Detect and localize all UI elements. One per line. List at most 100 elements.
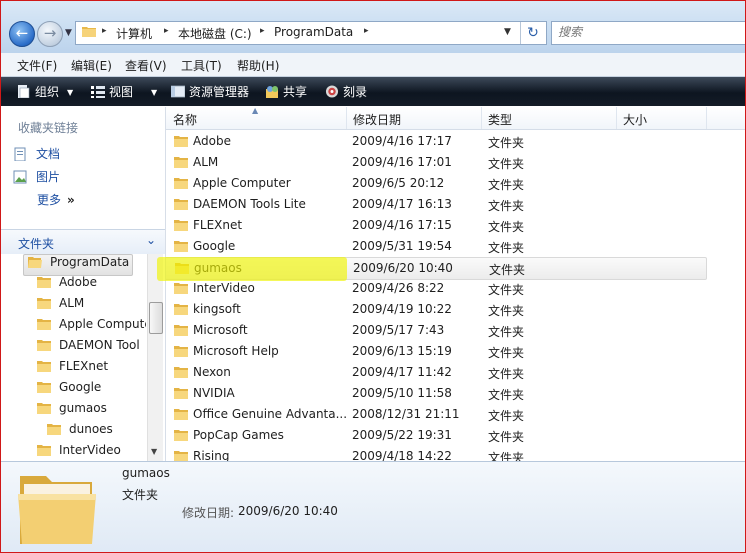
breadcrumb-computer[interactable]: 计算机 [116, 25, 152, 42]
chevron-down-icon: ⌄ [146, 233, 157, 247]
file-row[interactable]: Rising 2009/4/18 14:22 文件夹 [166, 446, 706, 461]
folder-icon [174, 367, 188, 378]
folder-icon [174, 325, 188, 336]
breadcrumb-separator-icon[interactable]: ▸ [102, 26, 107, 36]
tree-item[interactable]: Google [37, 380, 101, 400]
file-name-cell: NVIDIA [174, 386, 235, 400]
folder-icon [37, 403, 51, 414]
search-box[interactable] [551, 21, 745, 45]
explorer-label: 资源管理器 [189, 85, 250, 99]
tree-item[interactable]: InterVideo [37, 443, 121, 461]
folder-tree-scrollbar[interactable]: ▼ [147, 254, 163, 461]
column-header-size[interactable]: 大小 [616, 107, 707, 129]
tree-item[interactable]: Adobe [37, 275, 97, 295]
file-row[interactable]: Apple Computer 2009/6/5 20:12 文件夹 [166, 173, 706, 194]
folder-icon [174, 199, 188, 210]
tree-item[interactable]: dunoes [47, 422, 113, 442]
file-row[interactable]: Nexon 2009/4/17 11:42 文件夹 [166, 362, 706, 383]
file-date: 2009/5/10 11:58 [352, 386, 452, 400]
refresh-button[interactable]: ↻ [520, 22, 545, 44]
column-header-type[interactable]: 类型 [481, 107, 617, 129]
file-row[interactable]: kingsoft 2009/4/19 10:22 文件夹 [166, 299, 706, 320]
more-links-button[interactable]: 更多 » [37, 191, 75, 208]
file-row[interactable]: Adobe 2009/4/16 17:17 文件夹 [166, 131, 706, 152]
file-row[interactable]: Office Genuine Advanta... 2008/12/31 21:1… [166, 404, 706, 425]
scrollbar-thumb[interactable] [149, 302, 163, 334]
column-header-label: 类型 [488, 113, 513, 127]
file-type: 文件夹 [488, 430, 525, 444]
file-row[interactable]: NVIDIA 2009/5/10 11:58 文件夹 [166, 383, 706, 404]
file-row[interactable]: PopCap Games 2009/5/22 19:31 文件夹 [166, 425, 706, 446]
folders-header[interactable]: 文件夹 ⌄ [1, 229, 165, 254]
file-name: Apple Computer [193, 176, 291, 190]
menu-help[interactable]: 帮助(H) [237, 57, 279, 74]
file-row[interactable]: DAEMON Tools Lite 2009/4/17 16:13 文件夹 [166, 194, 706, 215]
views-button[interactable]: 视图 ▼ [91, 83, 157, 100]
tree-item[interactable]: gumaos [37, 401, 107, 421]
breadcrumb-local-disk[interactable]: 本地磁盘 (C:) [178, 25, 252, 42]
file-type: 文件夹 [488, 199, 525, 213]
organize-label: 组织 [35, 85, 60, 99]
file-list: 名称 ▲ 修改日期 类型 大小 Adobe 2009/4/16 17:17 文件夹 A… [166, 107, 745, 461]
menu-bar: 文件(F) 编辑(E) 查看(V) 工具(T) 帮助(H) [1, 53, 745, 77]
burn-label: 刻录 [343, 85, 368, 99]
tree-item[interactable]: ALM [37, 296, 84, 316]
file-name-cell: Office Genuine Advanta... [174, 407, 347, 421]
menu-tools[interactable]: 工具(T) [181, 57, 222, 74]
folder-icon [82, 27, 96, 37]
breadcrumb-programdata[interactable]: ProgramData [274, 25, 353, 39]
file-name: NVIDIA [193, 386, 235, 400]
menu-edit[interactable]: 编辑(E) [71, 57, 112, 74]
breadcrumb-separator-icon[interactable]: ▸ [260, 26, 265, 36]
file-row[interactable]: Microsoft Help 2009/6/13 15:19 文件夹 [166, 341, 706, 362]
file-name: kingsoft [193, 302, 241, 316]
scroll-down-arrow-icon[interactable]: ▼ [151, 447, 157, 456]
explorer-button[interactable]: 资源管理器 [171, 83, 249, 100]
folder-icon [174, 157, 188, 168]
file-row[interactable]: Google 2009/5/31 19:54 文件夹 [166, 236, 706, 257]
file-name: Nexon [193, 365, 231, 379]
favorite-link-pictures[interactable]: 图片 [13, 168, 60, 185]
file-type: 文件夹 [488, 409, 525, 423]
column-header-name[interactable]: 名称 ▲ [166, 107, 347, 129]
breadcrumb-separator-icon[interactable]: ▸ [364, 26, 369, 36]
address-history-dropdown-icon[interactable]: ▼ [504, 27, 511, 37]
menu-file[interactable]: 文件(F) [17, 57, 57, 74]
back-button[interactable]: ← [9, 21, 35, 47]
breadcrumb-separator-icon[interactable]: ▸ [164, 26, 169, 36]
file-type: 文件夹 [489, 263, 526, 277]
organize-button[interactable]: 组织 ▼ [17, 83, 73, 100]
address-bar[interactable]: ▸ 计算机 ▸ 本地磁盘 (C:) ▸ ProgramData ▸ ▼ ↻ [75, 21, 547, 45]
share-button[interactable]: 共享 [265, 83, 307, 100]
tree-item-programdata[interactable]: ProgramData [23, 254, 133, 276]
file-date: 2009/4/16 17:17 [352, 134, 452, 148]
tree-item-label: ALM [59, 296, 85, 310]
tree-item-label: Adobe [59, 275, 97, 289]
chevron-down-icon: ▼ [67, 88, 74, 97]
tree-item[interactable]: DAEMON Tool [37, 338, 140, 358]
file-row[interactable]: FLEXnet 2009/4/16 17:15 文件夹 [166, 215, 706, 236]
favorite-link-documents[interactable]: 文档 [13, 145, 60, 162]
search-input[interactable] [552, 22, 744, 42]
recent-pages-dropdown-icon[interactable]: ▼ [65, 28, 72, 38]
large-folder-icon [18, 476, 96, 544]
folder-icon [174, 451, 188, 461]
file-type: 文件夹 [488, 178, 525, 192]
details-modified-label: 修改日期: [182, 506, 235, 520]
file-row[interactable]: Microsoft 2009/5/17 7:43 文件夹 [166, 320, 706, 341]
tree-item[interactable]: Apple Compute [37, 317, 146, 337]
tree-item[interactable]: FLEXnet [37, 359, 108, 379]
file-row[interactable]: ALM 2009/4/16 17:01 文件夹 [166, 152, 706, 173]
tree-item-label: DAEMON Tool [59, 338, 140, 352]
column-header-label: 名称 [173, 113, 198, 127]
file-name-cell: InterVideo [174, 281, 255, 295]
file-name: Microsoft [193, 323, 248, 337]
column-header-date[interactable]: 修改日期 [346, 107, 482, 129]
command-bar: 组织 ▼ 视图 ▼ 资源管理器 共享 刻录 [1, 77, 745, 106]
menu-view[interactable]: 查看(V) [125, 57, 167, 74]
file-date: 2009/6/5 20:12 [352, 176, 445, 190]
forward-button[interactable]: → [37, 21, 63, 47]
burn-button[interactable]: 刻录 [325, 83, 367, 100]
file-row[interactable]: InterVideo 2009/4/26 8:22 文件夹 [166, 278, 706, 299]
favorite-links-header: 收藏夹链接 [18, 121, 79, 135]
